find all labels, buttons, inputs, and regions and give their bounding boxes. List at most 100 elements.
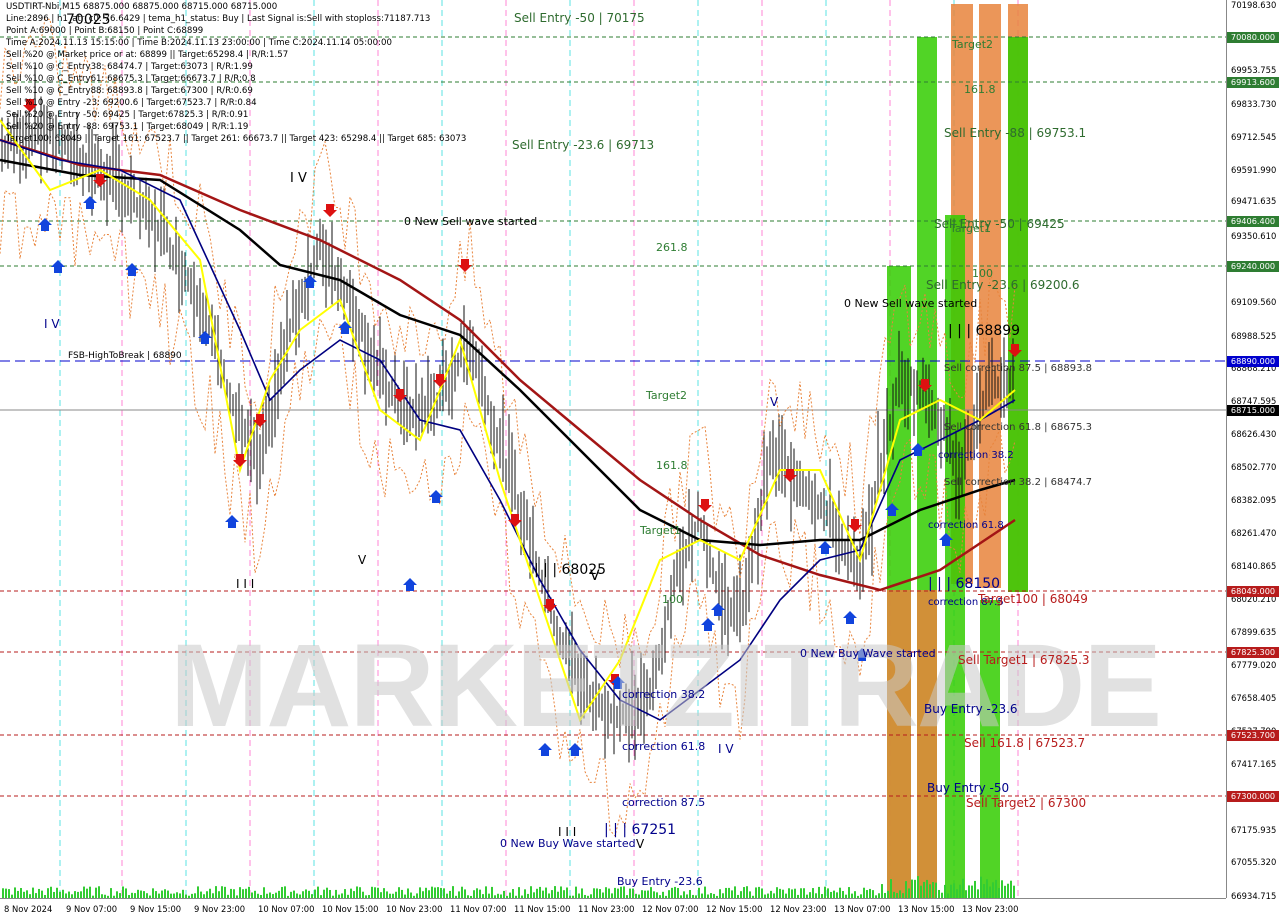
sell-arrow-icon (508, 514, 522, 527)
volume-bar (221, 886, 223, 898)
volume-bar (782, 889, 784, 898)
volume-bar (377, 887, 379, 898)
price-tick: 69833.730 (1231, 99, 1277, 109)
volume-bar (593, 888, 595, 898)
price-tick: 67899.635 (1231, 627, 1277, 637)
volume-bar (32, 887, 34, 898)
volume-bar (26, 890, 28, 898)
volume-bar (440, 887, 442, 898)
sell-arrow-icon (698, 499, 712, 512)
volume-bar (848, 887, 850, 898)
volume-bar (89, 886, 91, 898)
info-line: Sell %10 @ C_Entry88: 68893.8 | Target:6… (6, 86, 253, 96)
info-line: Sell %10 @ C_Entry38: 68474.7 | Target:6… (6, 62, 253, 72)
volume-bar (647, 890, 649, 898)
volume-bar (350, 888, 352, 898)
volume-bar (668, 890, 670, 898)
volume-bar (689, 890, 691, 898)
wave-68899-label: | | | 68899 (948, 323, 1021, 339)
sell-1618-label: Sell 161.8 | 67523.7 (964, 736, 1086, 750)
target1-mid-label: Target1 (640, 524, 682, 537)
volume-bar (1010, 880, 1012, 898)
volume-bar (728, 887, 730, 898)
volume-bar (17, 890, 19, 898)
volume-bar (425, 887, 427, 898)
target1-right-label: Target1 (950, 222, 992, 235)
volume-bar (152, 888, 154, 898)
time-label: 12 Nov 23:00 (770, 904, 827, 914)
time-axis[interactable]: 8 Nov 2024 9 Nov 07:00 9 Nov 15:00 9 Nov 23… (0, 898, 1226, 921)
info-line: Time A:2024.11.13 15:15:00 | Time B:2024… (6, 38, 392, 48)
wave-v-label: V (590, 568, 600, 584)
volume-bar (83, 886, 85, 898)
volume-bar (890, 879, 892, 898)
volume-bar (323, 889, 325, 898)
price-tick: 69350.610 (1231, 231, 1277, 241)
volume-bar (998, 888, 1000, 898)
volume-bar (650, 887, 652, 898)
price-level-tag: 69913.600 (1227, 77, 1279, 88)
price-level-tag: 68049.000 (1227, 586, 1279, 597)
volume-bar (14, 887, 16, 898)
volume-bar (866, 890, 868, 898)
volume-bar (839, 887, 841, 898)
level-161-label: 161.8 (656, 459, 688, 472)
corr-382-mid-label: correction 38.2 (622, 688, 706, 701)
volume-bar (794, 888, 796, 898)
volume-bar (677, 887, 679, 898)
volume-bar (566, 887, 568, 898)
volume-bar (407, 888, 409, 898)
time-label: 9 Nov 07:00 (66, 904, 118, 914)
sell-target1-label: Sell Target1 | 67825.3 (958, 653, 1090, 667)
price-tick: 69953.755 (1231, 65, 1277, 75)
volume-bar (1004, 885, 1006, 898)
volume-bar (944, 884, 946, 898)
level-100-label: 100 (662, 593, 683, 606)
volume-bar (800, 888, 802, 898)
volume-bar (974, 880, 976, 898)
volume-bar (422, 891, 424, 898)
price-level-tag: 67825.300 (1227, 647, 1279, 658)
volume-bar (827, 888, 829, 898)
volume-bar (74, 891, 76, 898)
level-261-label: 261.8 (656, 241, 688, 254)
price-level-tag: 69240.000 (1227, 261, 1279, 272)
buy-entry-23-bottom-label: Buy Entry -23.6 (617, 875, 703, 888)
price-tick: 67779.020 (1231, 660, 1277, 670)
info-line: Target100: 68049 || Target 161: 67523.7 … (6, 134, 467, 144)
time-label: 13 Nov 23:00 (962, 904, 1019, 914)
volume-bar (908, 888, 910, 898)
volume-bar (950, 884, 952, 898)
volume-bar (980, 876, 982, 898)
volume-bar (215, 886, 217, 898)
volume-bar (242, 889, 244, 898)
volume-bar (959, 884, 961, 898)
volume-bar (749, 891, 751, 898)
volume-bar (449, 890, 451, 898)
price-axis[interactable]: 70198.63070077.60569953.75569833.7306971… (1226, 0, 1280, 901)
volume-bar (281, 886, 283, 898)
volume-bar (929, 884, 931, 898)
wave-iii-left-label: I I I (236, 577, 255, 591)
chart-area[interactable]: MARKETZITRADE USDTIRT-Nbi,M15 68875.000 … (0, 0, 1226, 898)
corr-618-mid-label: correction 61.8 (622, 740, 706, 753)
volume-bar (302, 891, 304, 898)
volume-bar (725, 887, 727, 898)
volume-bar (1001, 880, 1003, 898)
volume-bar (905, 881, 907, 898)
volume-bar (935, 882, 937, 898)
volume-bar (962, 878, 964, 898)
volume-bar (758, 886, 760, 898)
corr-382-right-label: correction 38.2 (938, 450, 1014, 461)
volume-bar (47, 888, 49, 898)
volume-bar (329, 889, 331, 898)
price-level-tag: 70080.000 (1227, 32, 1279, 43)
sell-entry-50-top-label: Sell Entry -50 | 70175 (514, 11, 645, 25)
volume-bar (2, 888, 4, 898)
wave-67251-label: | | | 67251 (604, 822, 677, 838)
volume-bar (776, 887, 778, 898)
volume-bar (923, 881, 925, 898)
volume-bar (917, 876, 919, 898)
volume-bar (605, 887, 607, 898)
volume-bar (476, 888, 478, 898)
